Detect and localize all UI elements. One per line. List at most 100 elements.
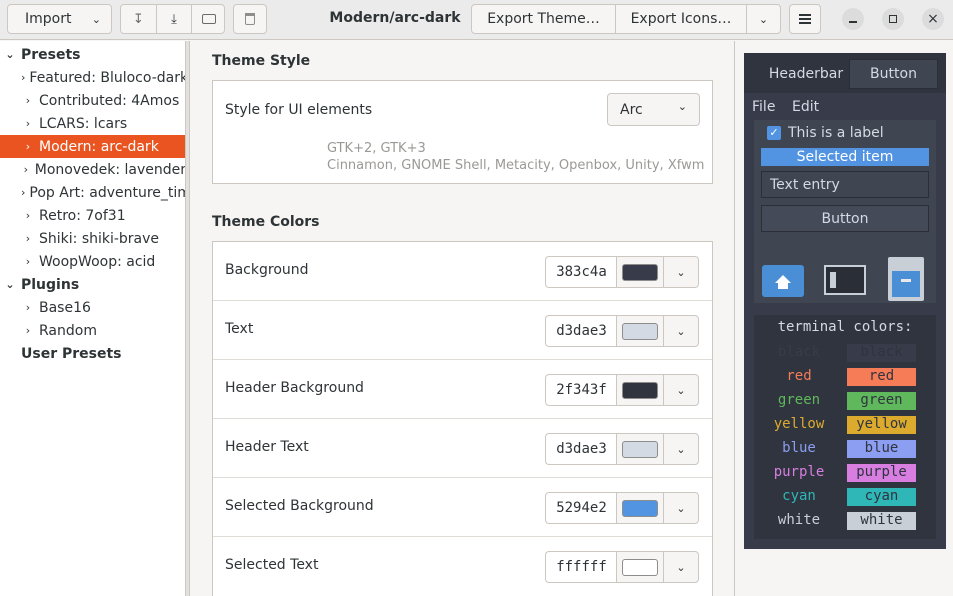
color-picker-button[interactable] xyxy=(616,492,664,524)
rename-button[interactable] xyxy=(192,5,225,33)
chevron-right-icon: › xyxy=(25,324,31,337)
preview-terminal: terminal colors: black black red red gre… xyxy=(754,315,936,539)
preview-checkbox: ✓ xyxy=(767,126,781,140)
theme-colors-frame: Background 383c4a ⌄ Text d3dae3 ⌄ Header… xyxy=(212,241,713,596)
chevron-down-icon: ⌄ xyxy=(676,501,686,515)
hex-entry[interactable]: 2f343f xyxy=(545,374,617,406)
sidebar-item-featured[interactable]: › Featured: Bluloco-dark xyxy=(0,66,185,89)
color-row-header-background: Header Background 2f343f ⌄ xyxy=(213,360,712,419)
minimize-button[interactable] xyxy=(842,8,864,30)
tree-group-user-presets[interactable]: User Presets xyxy=(0,342,185,365)
hex-entry[interactable]: d3dae3 xyxy=(545,433,617,465)
chevron-right-icon: › xyxy=(25,209,31,222)
color-swatch xyxy=(622,263,658,281)
chevron-down-icon: ⌄ xyxy=(676,324,686,338)
terminal-bg: blue xyxy=(847,440,916,458)
chevron-right-icon: › xyxy=(25,94,31,107)
tree-group-presets[interactable]: ⌄ Presets xyxy=(0,43,185,66)
sidebar-item-label: Pop Art: adventure_time xyxy=(29,184,186,201)
sidebar-item-label: LCARS: lcars xyxy=(39,115,128,132)
terminal-row-black: black black xyxy=(754,343,936,363)
chevron-down-icon: ⌄ xyxy=(677,100,687,113)
terminal-fg: purple xyxy=(773,464,825,480)
section-title-theme-style: Theme Style xyxy=(212,53,311,69)
hex-entry[interactable]: d3dae3 xyxy=(545,315,617,347)
delete-button[interactable] xyxy=(233,4,267,34)
sidebar-item-label: Retro: 7of31 xyxy=(39,207,126,224)
color-options-button[interactable]: ⌄ xyxy=(663,315,699,347)
download-icon: ↧ xyxy=(133,11,144,27)
color-picker-button[interactable] xyxy=(616,551,664,583)
terminal-bg: green xyxy=(847,392,916,410)
export-menu-button[interactable]: ⌄ xyxy=(747,5,780,33)
color-picker-button[interactable] xyxy=(616,374,664,406)
import-button[interactable]: Import ⌄ xyxy=(7,4,112,34)
tree-group-plugins[interactable]: ⌄ Plugins xyxy=(0,273,185,296)
hex-entry[interactable]: 5294e2 xyxy=(545,492,617,524)
color-row-background: Background 383c4a ⌄ xyxy=(213,242,712,301)
chevron-down-icon: ⌄ xyxy=(676,560,686,574)
terminal-row-yellow: yellow yellow xyxy=(754,415,936,435)
pane-separator[interactable] xyxy=(186,41,190,596)
sidebar-item-retro[interactable]: › Retro: 7of31 xyxy=(0,204,185,227)
sidebar-item-random[interactable]: › Random xyxy=(0,319,185,342)
sidebar-item-label: Monovedek: lavender xyxy=(34,161,186,178)
theme-settings-panel: Theme Style Style for UI elements Arc ⌄ … xyxy=(191,41,733,596)
save-as-button[interactable]: ⤓ xyxy=(157,5,191,33)
terminal-fg: black xyxy=(777,344,821,360)
terminal-row-blue: blue blue xyxy=(754,439,936,459)
terminal-row-green: green green xyxy=(754,391,936,411)
section-title-theme-colors: Theme Colors xyxy=(212,214,320,230)
preview-menu-file: File xyxy=(752,99,776,115)
theme-preview: Headerbar Button File Edit ✓ This is a l… xyxy=(744,53,946,549)
sidebar-item-label: Shiki: shiki-brave xyxy=(39,230,160,247)
chevron-down-icon: ⌄ xyxy=(5,278,15,291)
sidebar-item-contributed[interactable]: › Contributed: 4Amos xyxy=(0,89,185,112)
export-theme-button[interactable]: Export Theme… xyxy=(472,5,615,33)
close-button[interactable]: × xyxy=(922,8,944,30)
color-picker-button[interactable] xyxy=(616,256,664,288)
save-button[interactable]: ↧ xyxy=(121,5,156,33)
style-desc-line1: GTK+2, GTK+3 xyxy=(327,141,426,156)
chevron-right-icon: › xyxy=(25,117,31,130)
color-options-button[interactable]: ⌄ xyxy=(663,492,699,524)
maximize-button[interactable] xyxy=(882,8,904,30)
preview-menu-edit: Edit xyxy=(792,99,820,115)
chevron-down-icon: ⌄ xyxy=(676,383,686,397)
color-options-button[interactable]: ⌄ xyxy=(663,551,699,583)
hex-entry[interactable]: 383c4a xyxy=(545,256,617,288)
chevron-right-icon: › xyxy=(21,71,26,84)
preview-icons-strip xyxy=(754,253,936,303)
export-icons-button[interactable]: Export Icons… xyxy=(616,5,746,33)
color-row-label: Text xyxy=(225,321,254,337)
sidebar-item-shiki[interactable]: › Shiki: shiki-brave xyxy=(0,227,185,250)
color-options-button[interactable]: ⌄ xyxy=(663,374,699,406)
sidebar-item-woopwoop[interactable]: › WoopWoop: acid xyxy=(0,250,185,273)
sidebar-item-pop-art[interactable]: › Pop Art: adventure_time xyxy=(0,181,186,204)
color-picker-button[interactable] xyxy=(616,433,664,465)
style-combo[interactable]: Arc ⌄ xyxy=(607,93,700,126)
terminal-fg: blue xyxy=(782,440,816,456)
sidebar-item-monovedek[interactable]: › Monovedek: lavender xyxy=(0,158,186,181)
sidebar-item-modern[interactable]: › Modern: arc-dark xyxy=(0,135,185,158)
color-options-button[interactable]: ⌄ xyxy=(663,433,699,465)
sidebar-item-lcars[interactable]: › LCARS: lcars xyxy=(0,112,185,135)
chevron-down-icon: ⌄ xyxy=(758,12,769,26)
color-row-label: Selected Background xyxy=(225,498,374,514)
tree-group-label: Presets xyxy=(21,46,81,63)
color-swatch xyxy=(622,558,658,576)
sidebar-item-base16[interactable]: › Base16 xyxy=(0,296,185,319)
window-title: Modern/arc-dark xyxy=(329,10,461,26)
terminal-fg: red xyxy=(786,368,812,384)
terminal-bg: black xyxy=(847,344,916,362)
chevron-down-icon: ⌄ xyxy=(676,265,686,279)
terminal-row-cyan: cyan cyan xyxy=(754,487,936,507)
color-options-button[interactable]: ⌄ xyxy=(663,256,699,288)
hex-entry[interactable]: ffffff xyxy=(545,551,617,583)
keyboard-icon xyxy=(201,14,216,24)
export-icons-label: Export Icons… xyxy=(630,11,732,27)
color-row-label: Header Background xyxy=(225,380,364,396)
main-menu-button[interactable] xyxy=(789,4,821,34)
style-combo-value: Arc xyxy=(620,101,643,118)
color-picker-button[interactable] xyxy=(616,315,664,347)
